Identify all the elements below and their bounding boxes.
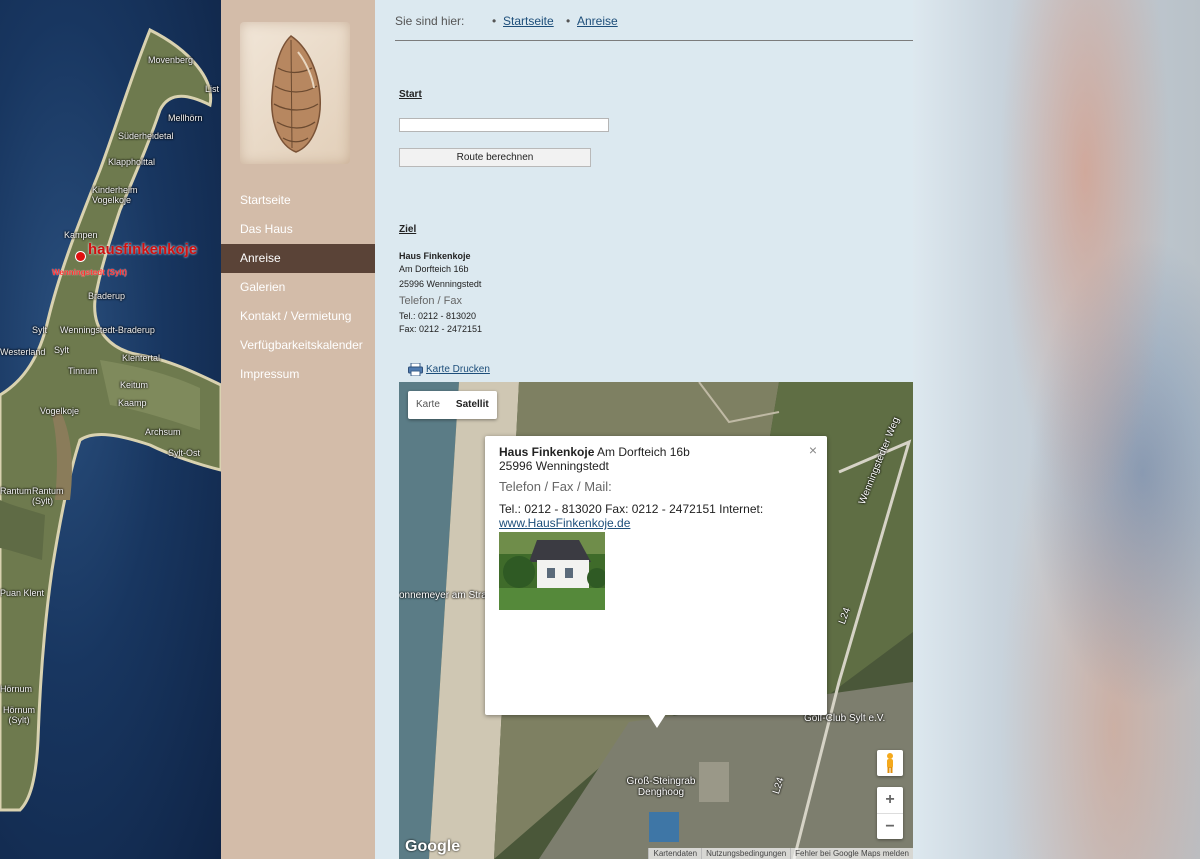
destination-contact-heading: Telefon / Fax xyxy=(399,295,462,307)
street-view-pegman-icon[interactable] xyxy=(877,750,903,776)
bullet-icon: • xyxy=(492,14,497,28)
location-marker-icon xyxy=(76,252,85,261)
nav-item-kontakt[interactable]: Kontakt / Vermietung xyxy=(221,302,375,331)
island-label: Rantum xyxy=(0,486,32,496)
map-place-label: Groß-Steingrab Denghoog xyxy=(626,776,696,798)
nav-item-galerien[interactable]: Galerien xyxy=(221,273,375,302)
report-error-link[interactable]: Fehler bei Google Maps melden xyxy=(790,848,913,859)
map-type-satellit[interactable]: Satellit xyxy=(448,391,497,419)
map-type-toggle: Karte Satellit xyxy=(408,391,497,419)
zoom-in-button[interactable]: + xyxy=(877,787,903,813)
destination-heading: Ziel xyxy=(399,224,417,235)
island-label: Klentertal xyxy=(122,353,161,363)
island-brand-sublabel: Wenningstedt (Sylt) xyxy=(52,268,127,277)
island-label: Hörnum xyxy=(0,684,33,694)
destination-fax: Fax: 0212 - 2472151 xyxy=(399,324,483,334)
island-label: Rantum (Sylt) xyxy=(32,486,64,506)
zoom-out-button[interactable]: − xyxy=(877,813,903,839)
nav-item-das-haus[interactable]: Das Haus xyxy=(221,215,375,244)
island-label: Sylt-Ost xyxy=(168,448,201,458)
island-map: Movenberg List Mellhörn Süderheidetal Kl… xyxy=(0,0,221,859)
island-label: Sylt xyxy=(32,325,48,335)
destination-street: Am Dorfteich 16b xyxy=(399,264,469,274)
nav-item-verfuegbarkeitskalender[interactable]: Verfügbarkeitskalender xyxy=(221,331,375,360)
island-label: Kampen xyxy=(64,230,98,240)
destination-address: Haus Finkenkoje Am Dorfteich 16b 25996 W… xyxy=(399,250,482,336)
info-name: Haus Finkenkoje xyxy=(499,445,595,459)
terms-link[interactable]: Nutzungsbedingungen xyxy=(701,848,790,859)
google-logo: Google xyxy=(405,838,461,855)
island-label: Westerland xyxy=(0,347,46,357)
island-label: Süderheidetal xyxy=(118,131,174,141)
info-city: 25996 Wenningstedt xyxy=(499,459,609,473)
house-image xyxy=(499,532,605,610)
map-place-label: onnemeyer am Strand xyxy=(399,590,498,601)
island-label: Puan Klent xyxy=(0,588,45,598)
island-label: Hörnum (Sylt) xyxy=(2,705,35,725)
island-label: Movenberg xyxy=(148,55,194,65)
destination-name: Haus Finkenkoje xyxy=(399,251,471,261)
island-brand-label: hausfinkenkoje xyxy=(88,241,198,258)
shell-logo[interactable] xyxy=(240,22,350,164)
printer-icon[interactable] xyxy=(408,363,423,376)
nav-item-startseite[interactable]: Startseite xyxy=(221,186,375,215)
nav-item-impressum[interactable]: Impressum xyxy=(221,360,375,389)
main-nav: Startseite Das Haus Anreise Galerien Kon… xyxy=(221,186,375,389)
island-label: Vogelkoje xyxy=(40,406,80,416)
island-label: Kinderheim Vogelkoje xyxy=(92,185,138,205)
breadcrumb-label: Sie sind hier: xyxy=(395,14,465,28)
info-street: Am Dorfteich 16b xyxy=(597,445,690,459)
breadcrumb-link-startseite[interactable]: Startseite xyxy=(503,14,554,28)
breadcrumb: Sie sind hier: • Startseite • Anreise xyxy=(395,14,913,41)
island-shape xyxy=(0,27,221,812)
breadcrumb-link-anreise[interactable]: Anreise xyxy=(577,14,618,28)
destination-tel: Tel.: 0212 - 813020 xyxy=(399,311,477,321)
island-label: Kaamp xyxy=(118,398,147,408)
island-label: Tinnum xyxy=(68,366,98,376)
map-data-link[interactable]: Kartendaten xyxy=(648,848,701,859)
island-label: Klappholttal xyxy=(108,157,156,167)
map-info-window: × Haus Finkenkoje Am Dorfteich 16b 25996… xyxy=(485,436,827,728)
bullet-icon: • xyxy=(566,14,571,28)
close-icon[interactable]: × xyxy=(809,443,817,457)
island-label: Archsum xyxy=(145,427,181,437)
map-type-karte[interactable]: Karte xyxy=(408,391,448,419)
print-map-link[interactable]: Karte Drucken xyxy=(426,364,490,375)
shell-icon xyxy=(271,35,321,153)
sidebar: Startseite Das Haus Anreise Galerien Kon… xyxy=(221,0,375,859)
info-contact-heading: Telefon / Fax / Mail: xyxy=(499,479,612,494)
map-attribution: Kartendaten Nutzungsbedingungen Fehler b… xyxy=(648,848,913,859)
zoom-control: + − xyxy=(877,787,903,839)
nav-item-anreise[interactable]: Anreise xyxy=(221,244,375,273)
house-photo xyxy=(499,532,605,610)
island-label: List xyxy=(205,84,220,94)
info-details: Tel.: 0212 - 813020 Fax: 0212 - 2472151 … xyxy=(499,502,764,516)
website-link[interactable]: www.HausFinkenkoje.de xyxy=(499,516,630,530)
start-heading: Start xyxy=(399,89,422,100)
destination-city: 25996 Wenningstedt xyxy=(399,279,482,289)
island-label: Keitum xyxy=(120,380,149,390)
start-address-input[interactable] xyxy=(399,118,609,132)
island-label: Braderup xyxy=(88,291,126,301)
island-label: Wenningstedt-Braderup xyxy=(60,325,155,335)
decorative-background xyxy=(913,0,1200,859)
island-label: Mellhörn xyxy=(168,113,203,123)
island-label: Sylt xyxy=(54,345,70,355)
calculate-route-button[interactable]: Route berechnen xyxy=(399,148,591,167)
route-map[interactable]: Karte Satellit Wenningstedter Weg L24 L2… xyxy=(399,382,913,859)
